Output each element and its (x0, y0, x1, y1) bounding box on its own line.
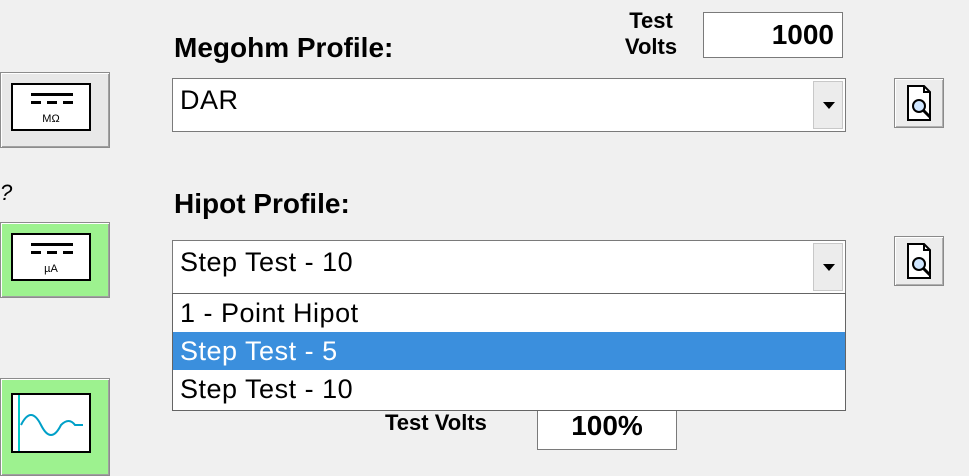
test-volts-label-line1: Test (629, 8, 673, 33)
test-volts-field[interactable]: 1000 (703, 12, 843, 58)
megohm-dropdown-button[interactable] (813, 81, 843, 129)
hipot-unit-label: µA (44, 263, 58, 275)
hipot-mode-icon: µA (11, 233, 91, 281)
hipot-dropdown-button[interactable] (813, 243, 843, 291)
hipot-profile-value: Step Test - 10 (180, 247, 354, 277)
chevron-down-icon (823, 264, 835, 271)
dc-symbol-icon (31, 93, 73, 104)
test-volts-value: 1000 (771, 19, 834, 50)
hipot-profile-label: Hipot Profile: (174, 188, 350, 219)
hipot-mode-button[interactable]: µA (0, 222, 110, 298)
hipot-preview-button[interactable] (894, 236, 944, 286)
ac-mode-button[interactable] (0, 378, 110, 476)
megohm-profile-value: DAR (180, 85, 239, 115)
print-preview-icon (907, 85, 932, 121)
partial-test-volts-label: Test Volts (385, 410, 487, 435)
megohm-unit-label: MΩ (42, 113, 60, 125)
hipot-profile-select[interactable]: Step Test - 10 (172, 240, 846, 294)
hipot-profile-dropdown-list: 1 - Point Hipot Step Test - 5 Step Test … (172, 293, 846, 411)
ac-mode-icon (11, 393, 91, 453)
partial-test-volts-value: 100% (571, 410, 643, 441)
megohm-preview-button[interactable] (894, 78, 944, 128)
dropdown-option-highlighted[interactable]: Step Test - 5 (173, 332, 845, 370)
megohm-profile-select[interactable]: DAR (172, 78, 846, 132)
clipped-text-fragment: ? (0, 180, 13, 205)
dc-symbol-icon (31, 243, 73, 254)
chevron-down-icon (823, 102, 835, 109)
dropdown-option[interactable]: Step Test - 10 (173, 370, 845, 408)
megohm-mode-button[interactable]: MΩ (0, 72, 110, 148)
test-volts-label-line2: Volts (624, 34, 678, 59)
dropdown-option[interactable]: 1 - Point Hipot (173, 294, 845, 332)
print-preview-icon (907, 243, 932, 279)
sine-wave-icon (18, 395, 83, 451)
test-volts-label: Test Volts (606, 8, 696, 60)
megohm-mode-icon: MΩ (11, 83, 91, 131)
megohm-profile-label: Megohm Profile: (174, 32, 394, 63)
